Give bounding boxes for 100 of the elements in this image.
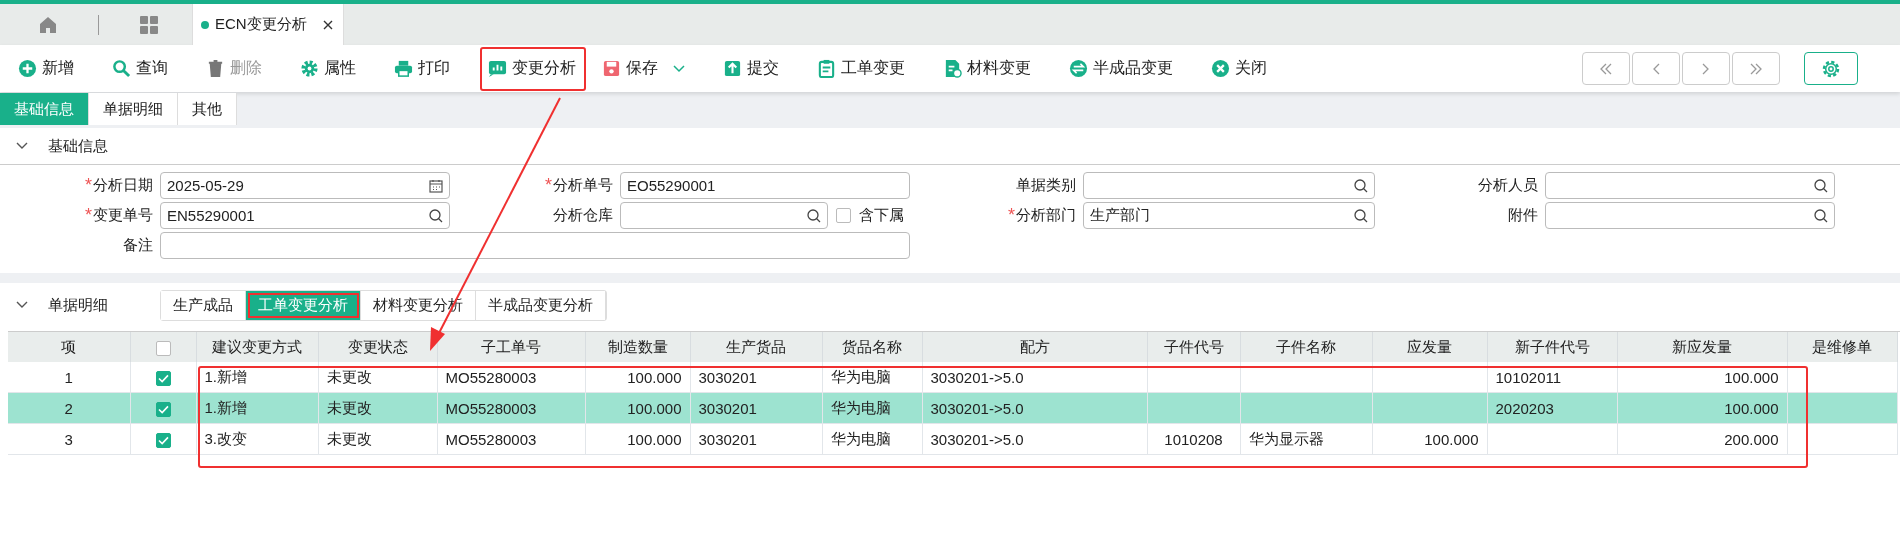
field-label: 分析日期 bbox=[93, 176, 153, 195]
grid-icon[interactable] bbox=[139, 14, 159, 35]
chevron-icon[interactable] bbox=[16, 301, 28, 309]
double-chevron-right-icon bbox=[1749, 62, 1763, 75]
table-row[interactable]: 3 3.改变 未更改 MO55280003 100.000 3030201 华为电脑 3030201->5.0 1010208 华为显示器 100.000 200.000 bbox=[8, 423, 1897, 455]
last-record-button[interactable] bbox=[1732, 52, 1780, 85]
page-tab[interactable]: ECN变更分析 bbox=[192, 4, 344, 45]
toolbar-button[interactable]: 查询 bbox=[104, 46, 190, 91]
column-header: 子工单号 bbox=[437, 332, 585, 362]
input-field[interactable]: EN55290001 bbox=[160, 202, 450, 229]
form-tab[interactable]: 其他 bbox=[178, 93, 237, 125]
checkbox[interactable] bbox=[155, 401, 171, 417]
column-header: 制造数量 bbox=[585, 332, 690, 362]
checkbox-label: 含下属 bbox=[859, 206, 904, 225]
settings-button[interactable] bbox=[1804, 52, 1858, 85]
table-cell: 100.000 bbox=[1724, 368, 1779, 386]
home-icon[interactable] bbox=[38, 14, 58, 35]
section-title: 单据明细 bbox=[48, 295, 109, 315]
search-icon[interactable] bbox=[429, 208, 443, 223]
table-cell: MO55280003 bbox=[445, 430, 537, 448]
required-mark: * bbox=[545, 175, 552, 196]
checkbox[interactable] bbox=[155, 340, 171, 356]
input-field[interactable]: 2025-05-29 bbox=[160, 172, 450, 199]
toolbar-button[interactable]: 半成品变更 bbox=[1061, 46, 1195, 91]
toolbar-button[interactable]: 保存 bbox=[594, 46, 707, 91]
column-header: 子件代号 bbox=[1147, 332, 1240, 362]
field-label: 分析仓库 bbox=[553, 206, 613, 225]
column-header: 建议变更方式 bbox=[196, 332, 318, 362]
search-icon[interactable] bbox=[1814, 178, 1828, 193]
previous-record-button[interactable] bbox=[1632, 52, 1680, 85]
search-icon[interactable] bbox=[807, 208, 821, 223]
table-cell: 100.000 bbox=[627, 368, 682, 386]
table-cell: 1.新增 bbox=[204, 398, 247, 416]
table-cell: 100.000 bbox=[627, 430, 682, 448]
input-field[interactable] bbox=[1083, 172, 1375, 199]
chevron-left-icon bbox=[1652, 62, 1660, 75]
first-record-button[interactable] bbox=[1582, 52, 1630, 85]
chevron-icon[interactable] bbox=[16, 142, 28, 150]
close-icon[interactable] bbox=[322, 19, 333, 30]
table-cell: 2 bbox=[64, 399, 73, 417]
checkbox[interactable] bbox=[155, 432, 171, 448]
table-row[interactable]: 2 1.新增 未更改 MO55280003 100.000 3030201 华为电脑 3030201->5.0 2020203 100.000 bbox=[8, 392, 1897, 424]
column-header: 新子件代号 bbox=[1487, 332, 1617, 362]
column-header: 新应发量 bbox=[1617, 332, 1787, 362]
status-dot bbox=[201, 20, 209, 29]
required-mark: * bbox=[1008, 205, 1015, 226]
table-cell: 华为电脑 bbox=[830, 367, 891, 385]
field-label: 分析单号 bbox=[553, 176, 613, 195]
input-field[interactable] bbox=[160, 232, 910, 259]
field-label: 分析部门 bbox=[1016, 206, 1076, 225]
table-cell: 未更改 bbox=[326, 367, 372, 385]
toolbar-button[interactable]: 新增 bbox=[10, 46, 96, 91]
toolbar-button[interactable]: 工单变更 bbox=[809, 46, 927, 91]
table-cell: 3030201->5.0 bbox=[930, 430, 1024, 448]
column-header: 是维修单 bbox=[1787, 332, 1897, 362]
detail-tab[interactable]: 生产成品 bbox=[161, 290, 246, 320]
column-header: 项 bbox=[8, 332, 130, 362]
toolbar-button[interactable]: 属性 bbox=[292, 46, 378, 91]
table-cell: 未更改 bbox=[326, 398, 372, 416]
chart-icon bbox=[488, 59, 507, 78]
add-icon bbox=[18, 59, 37, 78]
column-header: 生产货品 bbox=[690, 332, 822, 362]
tab-title: ECN变更分析 bbox=[215, 15, 307, 34]
section-title: 基础信息 bbox=[48, 136, 108, 156]
table-cell: 未更改 bbox=[326, 429, 372, 447]
search-icon[interactable] bbox=[1814, 208, 1828, 223]
next-record-button[interactable] bbox=[1682, 52, 1730, 85]
input-field[interactable] bbox=[620, 202, 828, 229]
table-cell: 200.000 bbox=[1724, 430, 1779, 448]
table-cell: 3.改变 bbox=[204, 429, 247, 447]
table-cell: 3030201->5.0 bbox=[930, 399, 1024, 417]
table-cell: MO55280003 bbox=[445, 399, 537, 417]
toolbar-button[interactable]: 关闭 bbox=[1203, 46, 1289, 91]
table-cell: 100.000 bbox=[1724, 399, 1779, 417]
column-header: 应发量 bbox=[1372, 332, 1487, 362]
calendar-icon[interactable] bbox=[429, 178, 443, 193]
form-tab[interactable]: 单据明细 bbox=[89, 93, 178, 125]
table-cell: 10102011 bbox=[1495, 368, 1562, 386]
toolbar-button[interactable]: 打印 bbox=[386, 46, 472, 91]
column-header: 配方 bbox=[922, 332, 1147, 362]
input-field[interactable]: EO55290001 bbox=[620, 172, 910, 199]
checkbox[interactable] bbox=[836, 208, 851, 223]
toolbar-button[interactable]: 提交 bbox=[715, 46, 801, 91]
input-field[interactable] bbox=[1545, 202, 1835, 229]
field-label: 分析人员 bbox=[1478, 176, 1538, 195]
search-icon[interactable] bbox=[1354, 178, 1368, 193]
checkbox[interactable] bbox=[155, 370, 171, 386]
field-label: 变更单号 bbox=[93, 206, 153, 225]
toolbar-button[interactable]: 变更分析 bbox=[480, 46, 586, 91]
table-cell: 3030201 bbox=[698, 399, 757, 417]
field-label: 备注 bbox=[123, 236, 153, 255]
table-cell: 3030201 bbox=[698, 430, 757, 448]
toolbar-button[interactable]: 材料变更 bbox=[935, 46, 1053, 91]
table-row[interactable]: 1 1.新增 未更改 MO55280003 100.000 3030201 华为电脑 3030201->5.0 10102011 100.000 bbox=[8, 362, 1897, 393]
search-icon[interactable] bbox=[1354, 208, 1368, 223]
input-field[interactable] bbox=[1545, 172, 1835, 199]
input-field[interactable]: 生产部门 bbox=[1083, 202, 1375, 229]
delete-icon bbox=[206, 59, 225, 78]
print-icon bbox=[394, 59, 413, 78]
table-cell: MO55280003 bbox=[445, 368, 537, 386]
